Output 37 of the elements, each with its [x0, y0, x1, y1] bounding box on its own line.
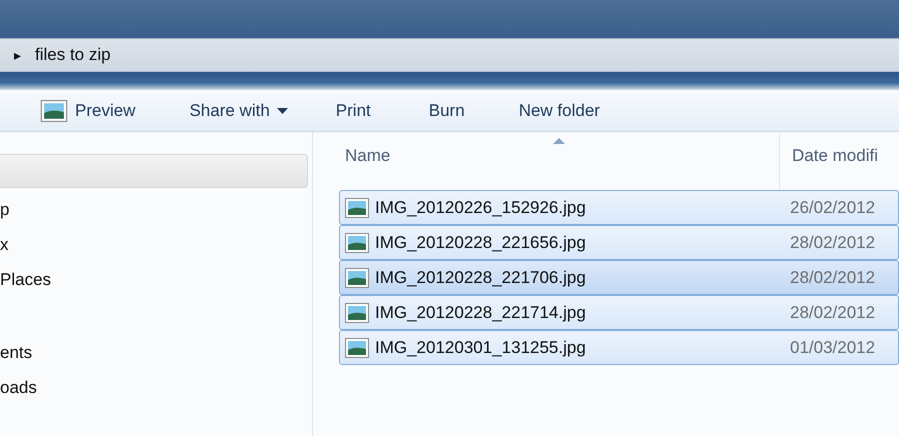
- file-date: 01/03/2012: [789, 338, 876, 358]
- file-date: 28/02/2012: [789, 268, 876, 288]
- column-label: Date modifi: [792, 146, 878, 165]
- toolbar-button[interactable]: Burn: [420, 96, 473, 124]
- toolbar-button[interactable]: Preview: [32, 96, 144, 126]
- file-name: IMG_20120228_221656.jpg: [340, 232, 779, 252]
- file-date: 26/02/2012: [789, 198, 876, 218]
- navigation-item[interactable]: x: [0, 227, 312, 262]
- image-file-icon: [345, 232, 369, 252]
- navigation-item[interactable]: oads: [0, 370, 312, 405]
- column-label: Name: [345, 146, 390, 165]
- file-name: IMG_20120228_221706.jpg: [340, 268, 779, 288]
- image-file-icon: [345, 302, 369, 322]
- file-name: IMG_20120228_221714.jpg: [340, 302, 779, 322]
- file-row[interactable]: IMG_20120228_221714.jpg 28/02/2012: [339, 295, 899, 330]
- file-name: IMG_20120226_152926.jpg: [340, 198, 779, 218]
- navigation-item[interactable]: p: [0, 192, 312, 227]
- toolbar-button[interactable]: New folder: [510, 96, 608, 124]
- file-row[interactable]: IMG_20120228_221656.jpg 28/02/2012: [339, 225, 899, 260]
- file-name: IMG_20120301_131255.jpg: [340, 338, 779, 358]
- dropdown-caret-icon: [276, 108, 288, 114]
- toolbar-button[interactable]: Share with: [181, 96, 296, 124]
- breadcrumb-folder[interactable]: files to zip: [35, 45, 111, 65]
- image-file-icon: [345, 198, 369, 218]
- image-file-icon: [345, 268, 369, 288]
- file-row[interactable]: IMG_20120301_131255.jpg 01/03/2012: [339, 330, 899, 365]
- picture-icon: [40, 100, 68, 122]
- file-row[interactable]: IMG_20120228_221706.jpg 28/02/2012: [339, 260, 899, 295]
- toolbar-button[interactable]: Print: [328, 96, 379, 124]
- file-date: 28/02/2012: [789, 232, 876, 252]
- file-date: 28/02/2012: [789, 302, 876, 322]
- navigation-item[interactable]: Places: [0, 262, 312, 297]
- file-row[interactable]: IMG_20120226_152926.jpg 26/02/2012: [339, 190, 899, 225]
- column-header[interactable]: Name: [339, 132, 779, 190]
- image-file-icon: [345, 338, 369, 358]
- navigation-item[interactable]: ents: [0, 335, 312, 370]
- breadcrumb-arrow[interactable]: ▸: [14, 47, 21, 63]
